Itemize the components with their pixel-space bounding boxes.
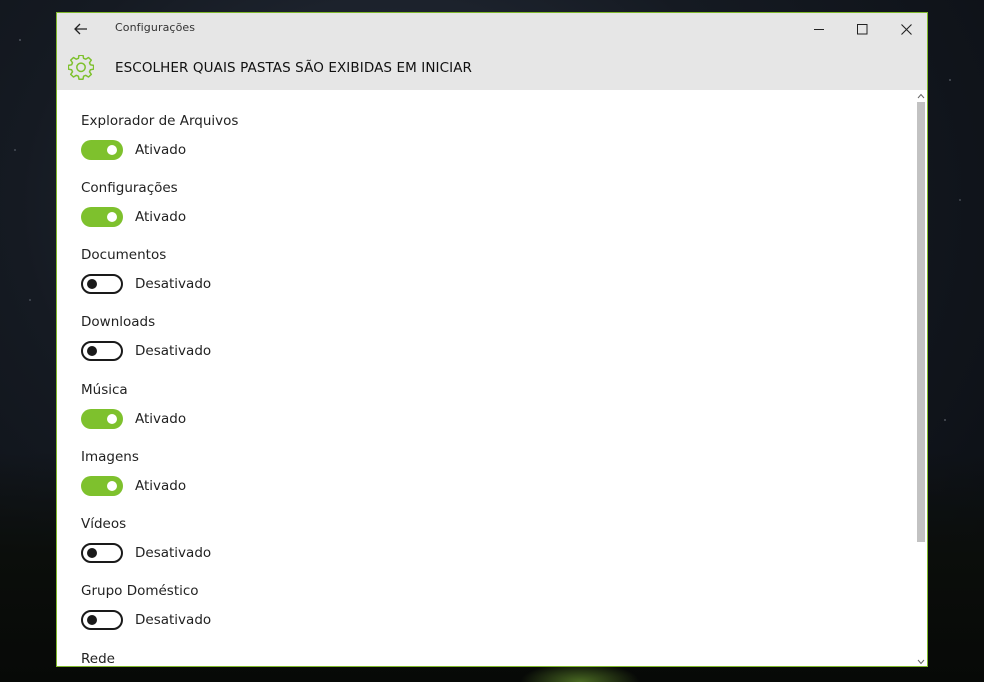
toggle-knob — [87, 615, 97, 625]
setting-label: Downloads — [81, 314, 156, 330]
setting-configuracoes: Configurações Ativado — [81, 179, 186, 227]
toggle-state-text: Ativado — [135, 209, 187, 225]
toggle-knob — [107, 145, 117, 155]
toggle-switch[interactable] — [81, 274, 123, 294]
scroll-thumb[interactable] — [917, 102, 925, 542]
toggle-knob — [87, 346, 97, 356]
toggle-row: Desativado — [81, 543, 211, 563]
toggle-switch[interactable] — [81, 140, 123, 160]
toggle-knob — [107, 212, 117, 222]
settings-content: Explorador de Arquivos Ativado Configura… — [57, 90, 915, 667]
scroll-up-button[interactable] — [916, 91, 926, 101]
setting-label: Configurações — [81, 180, 178, 196]
setting-label: Explorador de Arquivos — [81, 113, 239, 129]
back-button[interactable] — [71, 19, 91, 39]
toggle-row: Ativado — [81, 140, 186, 160]
toggle-switch[interactable] — [81, 409, 123, 429]
toggle-state-text: Ativado — [135, 411, 187, 427]
setting-label: Imagens — [81, 449, 139, 465]
toggle-state-text: Ativado — [135, 478, 187, 494]
setting-explorador-de-arquivos: Explorador de Arquivos Ativado — [81, 112, 239, 160]
vertical-scrollbar[interactable] — [915, 90, 927, 666]
toggle-switch[interactable] — [81, 207, 123, 227]
setting-rede: Rede — [81, 650, 115, 667]
toggle-switch[interactable] — [81, 341, 123, 361]
close-icon — [900, 23, 912, 35]
minimize-icon — [813, 28, 824, 30]
gear-icon — [68, 55, 94, 80]
toggle-state-text: Desativado — [135, 343, 212, 359]
setting-documentos: Documentos Desativado — [81, 246, 211, 294]
toggle-row: Desativado — [81, 341, 211, 361]
toggle-knob — [107, 481, 117, 491]
toggle-row: Desativado — [81, 610, 211, 630]
setting-label: Grupo Doméstico — [81, 583, 199, 599]
close-button[interactable] — [891, 17, 921, 41]
toggle-switch[interactable] — [81, 543, 123, 563]
title-bar: Configurações — [57, 13, 927, 45]
setting-musica: Música Ativado — [81, 381, 186, 429]
toggle-row: Ativado — [81, 476, 186, 496]
toggle-state-text: Ativado — [135, 142, 187, 158]
chevron-down-icon — [917, 659, 925, 665]
toggle-knob — [87, 279, 97, 289]
window-header: Configurações ESCOLHER QUAIS PASTAS SÃO … — [57, 13, 927, 90]
setting-downloads: Downloads Desativado — [81, 313, 211, 361]
chevron-up-icon — [917, 93, 925, 99]
toggle-state-text: Desativado — [135, 276, 212, 292]
settings-window: Configurações ESCOLHER QUAIS PASTAS SÃO … — [56, 12, 928, 667]
toggle-knob — [107, 414, 117, 424]
setting-videos: Vídeos Desativado — [81, 515, 211, 563]
maximize-icon — [856, 23, 867, 34]
scroll-down-button[interactable] — [916, 657, 926, 666]
minimize-button[interactable] — [804, 17, 834, 41]
toggle-state-text: Desativado — [135, 612, 212, 628]
toggle-row: Ativado — [81, 409, 186, 429]
toggle-row: Desativado — [81, 274, 211, 294]
maximize-button[interactable] — [847, 17, 877, 41]
setting-label: Documentos — [81, 247, 167, 263]
page-header: ESCOLHER QUAIS PASTAS SÃO EXIBIDAS EM IN… — [57, 53, 927, 85]
window-title: Configurações — [115, 21, 196, 34]
toggle-state-text: Desativado — [135, 545, 212, 561]
toggle-switch[interactable] — [81, 610, 123, 630]
setting-imagens: Imagens Ativado — [81, 448, 186, 496]
setting-label: Música — [81, 382, 128, 398]
setting-label: Rede — [81, 651, 115, 667]
toggle-row: Ativado — [81, 207, 186, 227]
setting-label: Vídeos — [81, 516, 127, 532]
toggle-switch[interactable] — [81, 476, 123, 496]
setting-grupo-domestico: Grupo Doméstico Desativado — [81, 582, 211, 630]
page-title: ESCOLHER QUAIS PASTAS SÃO EXIBIDAS EM IN… — [115, 60, 473, 76]
back-arrow-icon — [74, 23, 87, 35]
toggle-knob — [87, 548, 97, 558]
